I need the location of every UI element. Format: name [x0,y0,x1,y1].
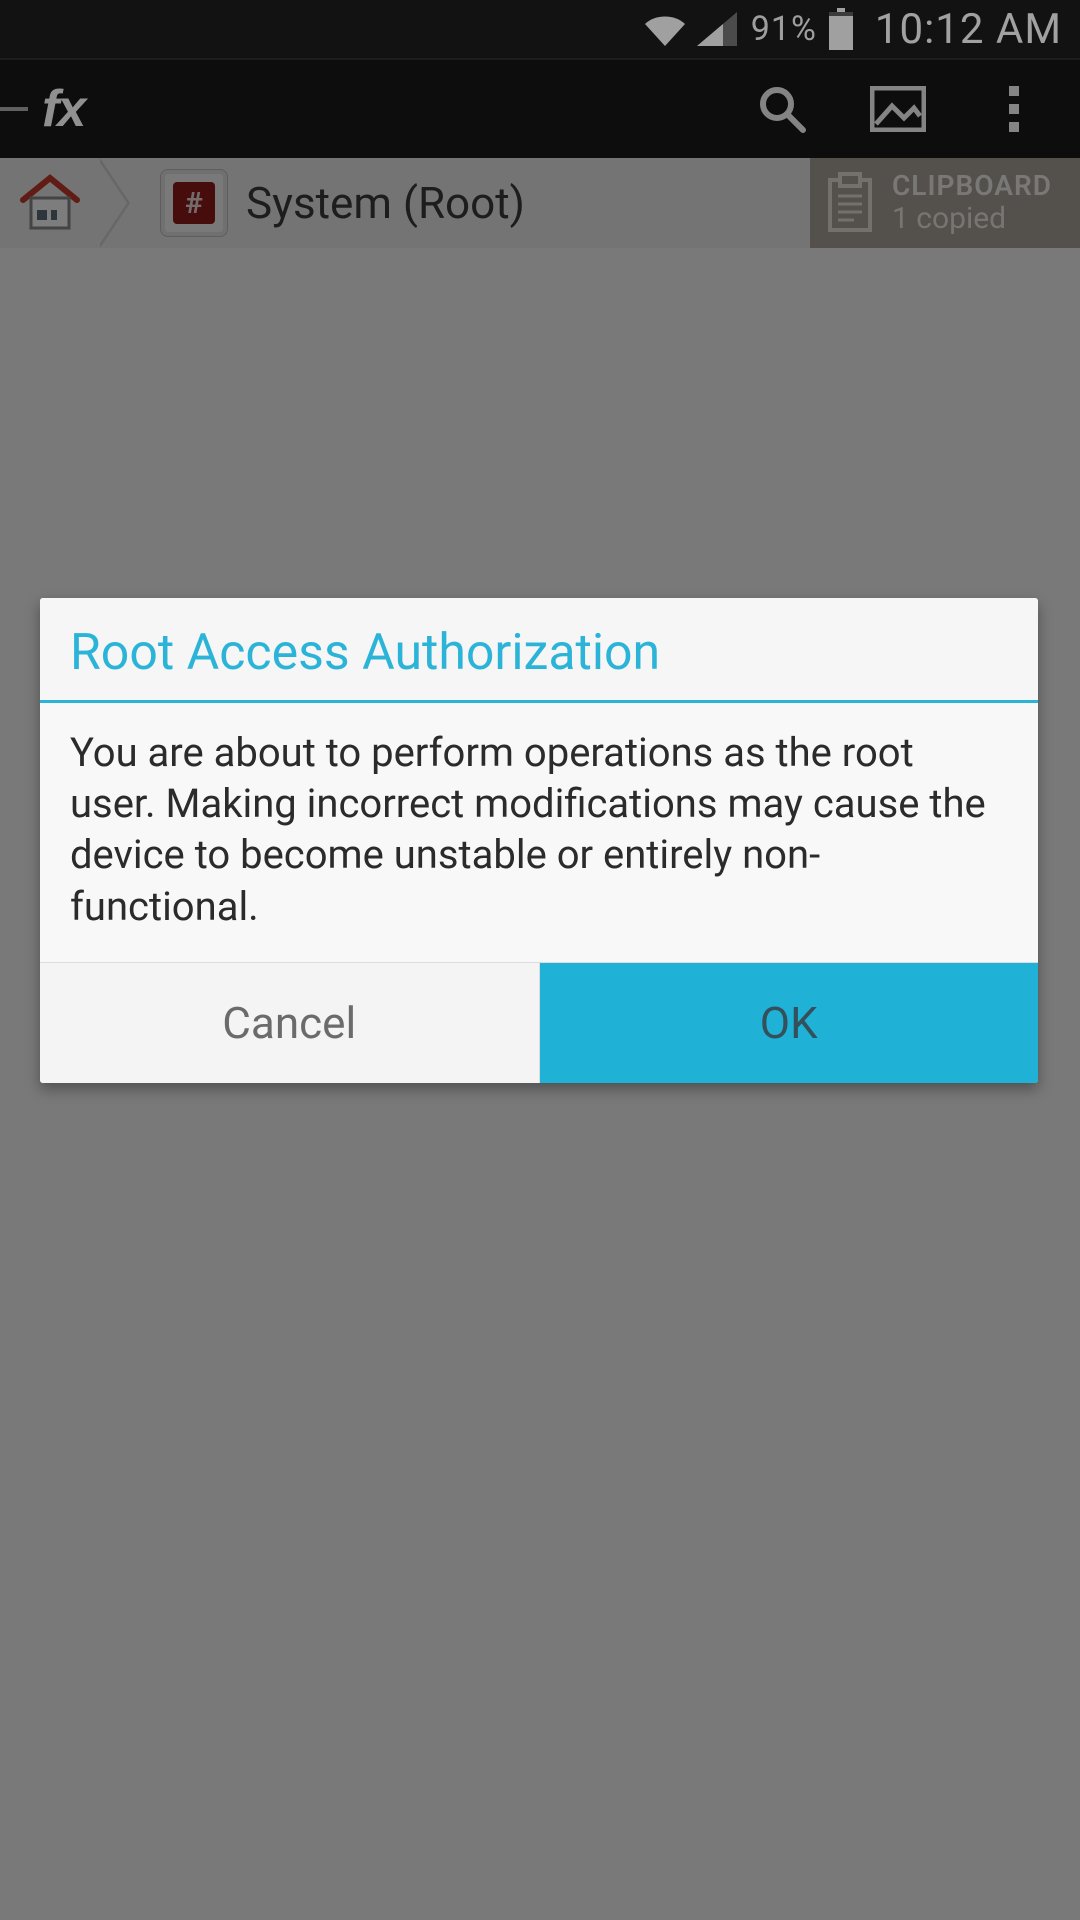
dialog-message: You are about to perform operations as t… [40,703,1038,963]
ok-button[interactable]: OK [540,963,1039,1083]
cancel-button[interactable]: Cancel [40,963,540,1083]
modal-scrim [0,0,1080,158]
dialog-title: Root Access Authorization [40,598,1038,703]
dialog-actions: Cancel OK [40,963,1038,1083]
root-auth-dialog: Root Access Authorization You are about … [40,598,1038,1083]
